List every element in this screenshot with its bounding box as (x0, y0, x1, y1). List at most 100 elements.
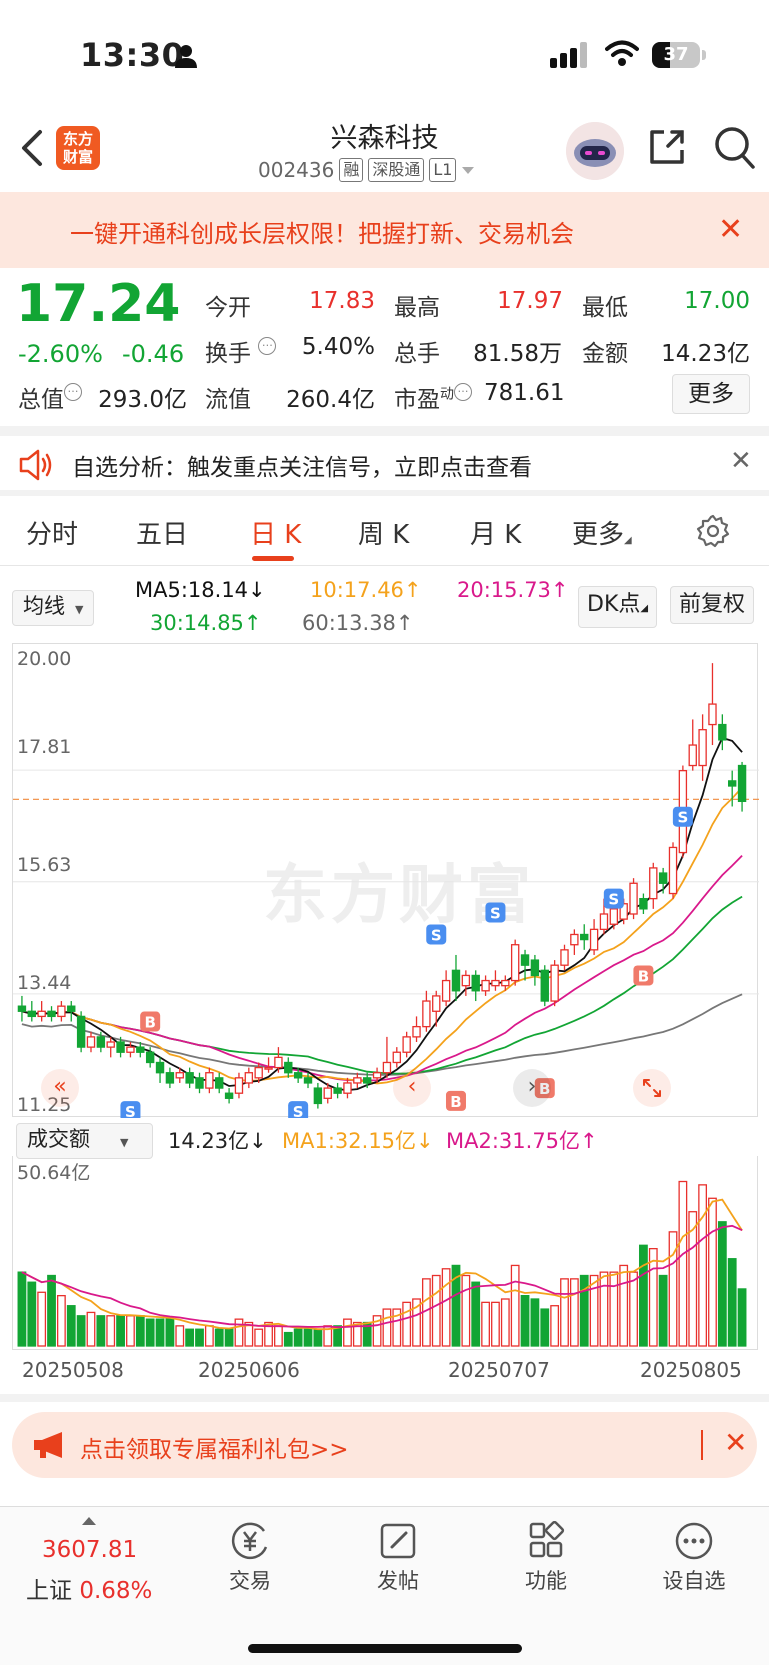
candle-body (293, 1072, 303, 1079)
candle-body (116, 1041, 125, 1053)
back-chevron-icon[interactable] (18, 128, 44, 168)
volume-bar (441, 1268, 451, 1347)
volume-bar (234, 1318, 244, 1347)
info-icon[interactable]: … (454, 383, 472, 401)
candle-body (688, 744, 697, 767)
divider (0, 426, 769, 436)
volume-bar (609, 1271, 619, 1347)
promo-banner[interactable]: 一键开通科创成长层权限！把握打新、交易机会 ✕ (0, 192, 769, 268)
active-tab-indicator (252, 556, 294, 561)
nav-add-watchlist[interactable]: 设自选 (634, 1521, 754, 1595)
scroll-left-fast-button[interactable]: « (41, 1069, 79, 1107)
tab-five-day[interactable]: 五日 (136, 514, 188, 551)
adjust-price-button[interactable]: 前复权 (670, 586, 755, 624)
kline-chart[interactable]: 东方财富 BSSBBSSSBS 20.00 17.81 15.63 13.44 … (12, 643, 759, 1118)
ma10-value: 10:17.46↑ (310, 578, 422, 602)
high-value: 17.97 (497, 288, 563, 314)
dk-point-button[interactable]: DK点◢ (578, 586, 658, 628)
volume-bar (185, 1328, 195, 1347)
volume-chart[interactable]: 50.64亿 (12, 1156, 758, 1350)
candle-body (698, 729, 707, 767)
tab-more[interactable]: 更多◢ (572, 514, 632, 551)
candle-body (658, 872, 668, 884)
candle-body (471, 974, 480, 992)
search-icon[interactable] (714, 126, 756, 170)
tab-intraday[interactable]: 分时 (26, 514, 78, 551)
promo-banner-text[interactable]: 一键开通科创成长层权限！把握打新、交易机会 (70, 214, 574, 249)
volume-bar (155, 1318, 165, 1347)
tab-weekly-k[interactable]: 周 K (358, 514, 409, 551)
kline-canvas[interactable]: BS SBBSSSBS (13, 644, 759, 1118)
gift-text[interactable]: 点击领取专属福利礼包>> (80, 1430, 349, 1464)
stock-header: 兴森科技 东方财富 002436 融 深股通 L1 (0, 110, 769, 192)
divider (0, 490, 769, 496)
ma-selector[interactable]: 均线 ▼ (12, 590, 95, 626)
notice-text[interactable]: 自选分析：触发重点关注信号，立即点击查看 (72, 448, 532, 482)
y-axis-label-max: 20.00 (17, 648, 72, 670)
candle-body (668, 846, 678, 895)
index-value: 3607.81 (42, 1537, 138, 1563)
volume-bar (678, 1180, 688, 1347)
grid-icon (529, 1521, 565, 1558)
scroll-left-button[interactable]: ‹ (393, 1069, 431, 1107)
nav-trade[interactable]: 交易 (190, 1521, 310, 1595)
robot-assistant-icon[interactable] (566, 122, 624, 180)
change-amount: -0.46 (122, 340, 185, 368)
candle-body (481, 979, 490, 992)
tab-daily-k[interactable]: 日 K (250, 514, 301, 551)
candle-body (412, 1025, 421, 1038)
date-label: 20250707 (448, 1358, 550, 1382)
index-name: 上证 0.68% (26, 1578, 153, 1604)
float-cap-value: 260.4亿 (286, 387, 375, 413)
close-notice-button[interactable]: ✕ (730, 446, 752, 476)
volume-bar (579, 1274, 589, 1347)
dropdown-triangle-icon[interactable] (461, 165, 475, 175)
pe-label: 市盈动… (394, 380, 472, 414)
volume-axis-max: 50.64亿 (17, 1162, 91, 1184)
volume-bar (629, 1271, 638, 1347)
volume-bar (727, 1258, 737, 1347)
volume-canvas[interactable] (13, 1156, 759, 1350)
volume-bar (530, 1298, 540, 1347)
volume-bar (510, 1264, 520, 1347)
info-icon[interactable]: … (64, 383, 82, 401)
candle-body (17, 1005, 27, 1012)
analysis-notice[interactable]: 自选分析：触发重点关注信号，立即点击查看 ✕ (0, 436, 769, 496)
tab-monthly-k[interactable]: 月 K (470, 514, 521, 551)
ma20-value: 20:15.73↑ (457, 578, 569, 602)
ma-legend-row: 均线 ▼ MA5:18.14↓ 10:17.46↑ 20:15.73↑ 30:14… (0, 578, 769, 642)
candle-body (392, 1051, 401, 1064)
close-banner-button[interactable]: ✕ (718, 212, 743, 247)
candle-body (363, 1077, 372, 1084)
volume-selector[interactable]: 成交额 ▼ (16, 1123, 153, 1159)
gift-banner[interactable]: 点击领取专属福利礼包>> ✕ (12, 1412, 757, 1478)
candle-body (284, 1061, 293, 1074)
share-icon[interactable] (646, 126, 688, 168)
candle-body (540, 969, 549, 1002)
volume-bar (313, 1328, 323, 1347)
volume-bar (569, 1278, 579, 1347)
ma30-value: 30:14.85↑ (150, 611, 262, 635)
battery-indicator: 37 (652, 42, 706, 68)
status-time: 13:30 (80, 36, 185, 74)
volume-bar (560, 1278, 569, 1347)
nav-functions[interactable]: 功能 (486, 1521, 606, 1595)
candle-body (155, 1061, 165, 1074)
signal-label: S (490, 904, 501, 922)
turnover-label: 换手 … (205, 334, 277, 368)
expand-icon[interactable] (633, 1069, 671, 1107)
close-gift-button[interactable]: ✕ (724, 1426, 747, 1459)
divider (701, 1430, 703, 1460)
volume-bar (471, 1281, 481, 1347)
candle-body (560, 949, 569, 966)
volume-bar (481, 1301, 490, 1347)
gear-icon[interactable] (696, 514, 730, 548)
nav-post[interactable]: 发帖 (338, 1521, 458, 1595)
triangle-up-icon (82, 1517, 96, 1525)
market-cap-value: 293.0亿 (98, 387, 187, 413)
info-icon[interactable]: … (258, 337, 277, 355)
dropdown-triangle-icon: ▼ (120, 1136, 129, 1149)
more-quote-button[interactable]: 更多 (672, 374, 750, 414)
scroll-right-button[interactable]: › (513, 1069, 551, 1107)
volume-label: 总手 (394, 341, 440, 367)
